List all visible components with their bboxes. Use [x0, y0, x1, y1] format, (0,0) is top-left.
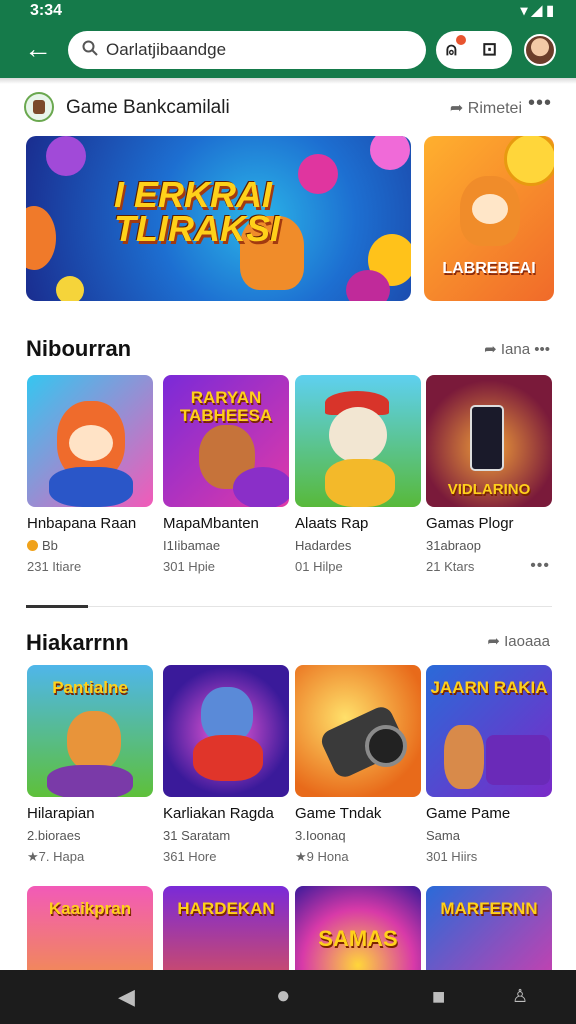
app-bar: ← Oarlatjibaandge ⍝ ⊡	[0, 24, 576, 78]
star-icon: ★	[27, 849, 39, 864]
app-bar-shadow	[0, 78, 576, 84]
nav-back-icon[interactable]: ◀	[118, 984, 135, 1010]
app-thumbnail	[27, 375, 153, 507]
app-thumbnail-text: JAARN RAKIA	[430, 678, 548, 697]
app-sub: 3.Ioonaq	[295, 828, 346, 843]
app-card[interactable]: VIDLARINO Gamas Plogr 31abraop 21 Ktars •…	[426, 375, 552, 574]
app-meta: 01 Hilpe	[295, 559, 343, 574]
featured-banner[interactable]: I ERKRAI TLIRAKSI	[26, 136, 411, 301]
app-meta: ★7. Hapa	[27, 849, 85, 864]
nav-home-icon[interactable]: ●	[276, 982, 291, 1010]
app-sub: I1Iibamae	[163, 538, 221, 553]
developer-logo-icon[interactable]	[24, 92, 54, 122]
star-icon: ★	[295, 849, 307, 864]
app-sub: Hadardes	[295, 538, 352, 553]
app-name: Game Tndak	[295, 805, 382, 822]
search-icon	[82, 40, 98, 56]
system-nav-bar: ◀ ● ■ ♙	[0, 970, 576, 1024]
back-arrow-icon[interactable]: ←	[24, 34, 52, 64]
nav-accessibility-icon[interactable]: ♙	[512, 986, 528, 1007]
app-sub: 2.bioraes	[27, 828, 81, 843]
app-thumbnail: Pantialne	[27, 665, 153, 797]
app-thumbnail-text: RARYAN TABHEESA	[179, 388, 273, 425]
developer-row: Game Bankcamilali ➦ Rimetei •••	[24, 92, 552, 122]
app-thumbnail	[295, 665, 421, 797]
section-title: Hiakarrnn	[26, 630, 129, 655]
app-thumbnail-text: MARFERNN	[440, 899, 538, 918]
card-more-icon[interactable]: •••	[530, 557, 550, 575]
app-name: Karliakan Ragda	[163, 805, 274, 822]
notification-badge	[456, 35, 466, 45]
app-thumbnail-text: VIDLARINO	[447, 481, 531, 498]
divider-accent	[26, 605, 88, 608]
app-card[interactable]: RARYAN TABHEESA MapaMbanten I1Iibamae 30…	[163, 375, 289, 574]
app-name: Gamas Plogr	[426, 515, 514, 532]
app-thumbnail	[163, 665, 289, 797]
star-icon	[27, 540, 38, 551]
app-thumbnail-text: SAMAS	[318, 926, 398, 951]
app-sub: 31abraop	[426, 538, 481, 553]
secondary-banner-title: LABREBEAI	[442, 260, 536, 277]
avatar[interactable]	[524, 34, 556, 66]
section-more-label: Iana	[500, 341, 531, 358]
app-rating: Bb	[27, 538, 153, 553]
app-thumbnail: JAARN RAKIA	[426, 665, 552, 797]
banner-title: I ERKRAI TLIRAKSI	[114, 174, 280, 249]
app-meta: 21 Ktars •••	[426, 557, 550, 575]
app-meta: 231 Itiare	[27, 559, 82, 574]
search-input[interactable]: Oarlatjibaandge	[106, 40, 226, 60]
developer-name: Game Bankcamilali	[66, 97, 230, 118]
app-thumbnail	[295, 375, 421, 507]
section-more-link[interactable]: ➦ Iaoaaa	[487, 632, 550, 650]
divider	[26, 606, 552, 607]
nav-recents-icon[interactable]: ■	[432, 984, 445, 1010]
share-label: Rimetei	[467, 100, 522, 117]
app-sub: 31 Saratam	[163, 828, 231, 843]
app-name: Hnbapana Raan	[27, 515, 137, 532]
library-icon[interactable]: ⊡	[482, 39, 497, 60]
app-meta: ★9 Hona	[295, 849, 349, 864]
more-options-icon[interactable]: •••	[528, 92, 552, 115]
section-more-label: Iaoaaa	[504, 633, 550, 650]
status-time: 3:34	[30, 2, 63, 19]
notification-icon[interactable]: ⍝	[446, 39, 457, 60]
app-thumbnail-text: Pantialne	[52, 678, 128, 697]
secondary-banner[interactable]: LABREBEAI	[424, 136, 554, 301]
app-meta: 301 Hiirs	[426, 849, 478, 864]
app-meta: 301 Hpie	[163, 559, 216, 574]
action-group: ⍝ ⊡	[436, 31, 512, 69]
app-name: Alaats Rap	[295, 515, 369, 532]
app-card[interactable]: Game Tndak 3.Ioonaq ★9 Hona	[295, 665, 421, 865]
next-card-peek	[560, 375, 576, 507]
search-bar[interactable]: Oarlatjibaandge	[68, 31, 426, 69]
app-thumbnail: RARYAN TABHEESA	[163, 375, 289, 507]
app-card[interactable]: JAARN RAKIA Game Pame Sama 301 Hiirs	[426, 665, 552, 864]
section-title: Nibourran	[26, 336, 132, 361]
app-card[interactable]: Hnbapana Raan Bb 231 Itiare	[27, 375, 153, 574]
app-thumbnail-text: Kaaikpran	[48, 899, 132, 918]
status-icons: ▾◢▮	[520, 2, 558, 18]
app-card[interactable]: Pantialne Hilarapian 2.bioraes ★7. Hapa	[27, 665, 153, 865]
app-name: Hilarapian	[27, 805, 95, 822]
app-name: Game Pame	[426, 805, 511, 822]
app-thumbnail-text: HARDEKAN	[177, 899, 275, 918]
app-name: MapaMbanten	[163, 515, 259, 532]
app-card[interactable]: Karliakan Ragda 31 Saratam 361 Hore	[163, 665, 289, 864]
status-bar: 3:34 ▾◢▮	[0, 0, 576, 24]
app-thumbnail: VIDLARINO	[426, 375, 552, 507]
app-meta: 361 Hore	[163, 849, 217, 864]
section-more-link[interactable]: ➦ Iana •••	[484, 340, 550, 358]
app-card[interactable]: Alaats Rap Hadardes 01 Hilpe	[295, 375, 421, 574]
app-sub: Sama	[426, 828, 460, 843]
share-button[interactable]: ➦ Rimetei	[450, 98, 522, 118]
